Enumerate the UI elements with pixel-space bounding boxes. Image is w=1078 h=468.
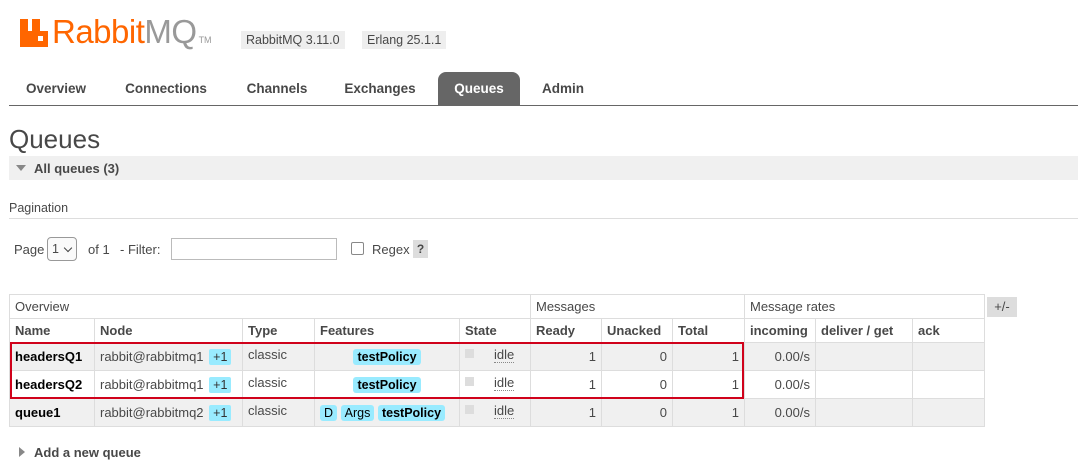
messages-total: 1 (672, 370, 745, 399)
args-badge: Args (340, 404, 375, 421)
queue-node: rabbit@rabbitmq1 +1 (94, 342, 243, 371)
col-header-node[interactable]: Node (94, 318, 243, 343)
trademark: TM (198, 35, 212, 45)
col-header-incoming[interactable]: incoming (744, 318, 816, 343)
messages-unacked: 0 (601, 370, 673, 399)
col-header-name[interactable]: Name (9, 318, 95, 343)
expand-triangle-icon (19, 447, 25, 457)
queue-name-link[interactable]: headersQ2 (9, 370, 95, 399)
tab-connections[interactable]: Connections (115, 72, 217, 105)
queue-state: idle (459, 398, 531, 427)
messages-unacked: 0 (601, 342, 673, 371)
queue-type: classic (242, 342, 315, 371)
mirror-count-badge: +1 (209, 376, 232, 393)
collapse-triangle-icon (16, 165, 26, 171)
logo-text: RabbitMQ (52, 13, 197, 50)
page-select-value: 1 (52, 242, 59, 256)
rate-incoming: 0.00/s (744, 398, 816, 427)
all-queues-section-toggle[interactable]: All queues (3) (9, 156, 1078, 180)
regex-help-button[interactable]: ? (413, 240, 428, 258)
mirror-count-badge: +1 (209, 348, 232, 365)
group-header-message-rates: Message rates (744, 294, 985, 319)
page-title: Queues (9, 124, 101, 154)
group-header-messages: Messages (530, 294, 745, 319)
queue-name-link[interactable]: queue1 (9, 398, 95, 427)
filter-label: - Filter: (120, 242, 161, 257)
section-title: All queues (3) (34, 161, 120, 176)
queue-name-link[interactable]: headersQ1 (9, 342, 95, 371)
messages-ready: 1 (530, 342, 602, 371)
col-header-unacked[interactable]: Unacked (601, 318, 673, 343)
rate-ack (912, 398, 985, 427)
filter-input[interactable] (171, 238, 337, 260)
tab-channels[interactable]: Channels (233, 72, 321, 105)
queue-node: rabbit@rabbitmq1 +1 (94, 370, 243, 399)
messages-ready: 1 (530, 370, 602, 399)
divider (9, 218, 1078, 219)
messages-total: 1 (672, 398, 745, 427)
rabbitmq-logo[interactable]: RabbitMQ TM (20, 14, 212, 50)
page-select[interactable]: 1 (47, 237, 77, 261)
version-badge: RabbitMQ 3.11.0 (241, 31, 345, 49)
durable-badge: D (320, 404, 338, 421)
messages-ready: 1 (530, 398, 602, 427)
page-count-label: of 1 (88, 242, 110, 257)
col-header-type[interactable]: Type (242, 318, 315, 343)
rate-incoming: 0.00/s (744, 342, 816, 371)
tab-admin[interactable]: Admin (531, 72, 595, 105)
rate-deliver-get (815, 370, 913, 399)
rate-ack (912, 342, 985, 371)
state-indicator-icon (465, 377, 474, 386)
rate-incoming: 0.00/s (744, 370, 816, 399)
col-header-ack[interactable]: ack (912, 318, 985, 343)
node-label: rabbit@rabbitmq1 (100, 348, 204, 364)
toggle-columns-button[interactable]: +/- (987, 297, 1017, 317)
queue-type: classic (242, 370, 315, 399)
tab-overview[interactable]: Overview (13, 72, 99, 105)
page-label: Page (14, 242, 45, 257)
messages-unacked: 0 (601, 398, 673, 427)
col-header-total[interactable]: Total (672, 318, 745, 343)
group-header-overview: Overview (9, 294, 531, 319)
rate-deliver-get (815, 342, 913, 371)
col-header-deliver-get[interactable]: deliver / get (815, 318, 913, 343)
rate-deliver-get (815, 398, 913, 427)
node-label: rabbit@rabbitmq2 (100, 404, 204, 420)
add-new-queue-toggle[interactable]: Add a new queue (34, 445, 141, 460)
queue-type: classic (242, 398, 315, 427)
queue-features: testPolicy (314, 370, 460, 399)
queue-state: idle (459, 342, 531, 371)
pagination-heading: Pagination (9, 201, 69, 215)
tab-exchanges[interactable]: Exchanges (335, 72, 425, 105)
rabbit-logo-icon (20, 19, 48, 47)
node-label: rabbit@rabbitmq1 (100, 376, 204, 392)
queue-features: testPolicy (314, 342, 460, 371)
chevron-down-icon (63, 243, 73, 253)
policy-badge[interactable]: testPolicy (353, 376, 421, 393)
main-nav-tabs: Overview Connections Channels Exchanges … (9, 72, 1078, 106)
erlang-badge: Erlang 25.1.1 (362, 31, 447, 49)
col-header-state[interactable]: State (459, 318, 531, 343)
regex-label: Regex (372, 242, 410, 257)
regex-checkbox[interactable] (351, 242, 364, 255)
state-indicator-icon (465, 405, 474, 414)
col-header-features[interactable]: Features (314, 318, 460, 343)
mirror-count-badge: +1 (209, 404, 232, 421)
table-row: headersQ2 rabbit@rabbitmq1 +1 classic te… (9, 370, 985, 399)
queue-features: D Args testPolicy (314, 398, 460, 427)
policy-badge[interactable]: testPolicy (353, 348, 421, 365)
policy-badge[interactable]: testPolicy (377, 404, 446, 421)
queue-state: idle (459, 370, 531, 399)
table-row: headersQ1 rabbit@rabbitmq1 +1 classic te… (9, 342, 985, 371)
state-indicator-icon (465, 349, 474, 358)
tab-queues[interactable]: Queues (438, 72, 520, 105)
queue-node: rabbit@rabbitmq2 +1 (94, 398, 243, 427)
messages-total: 1 (672, 342, 745, 371)
table-row: queue1 rabbit@rabbitmq2 +1 classic D Arg… (9, 398, 985, 427)
queues-table: Overview Messages Message rates Name Nod… (9, 294, 985, 427)
col-header-ready[interactable]: Ready (530, 318, 602, 343)
rate-ack (912, 370, 985, 399)
